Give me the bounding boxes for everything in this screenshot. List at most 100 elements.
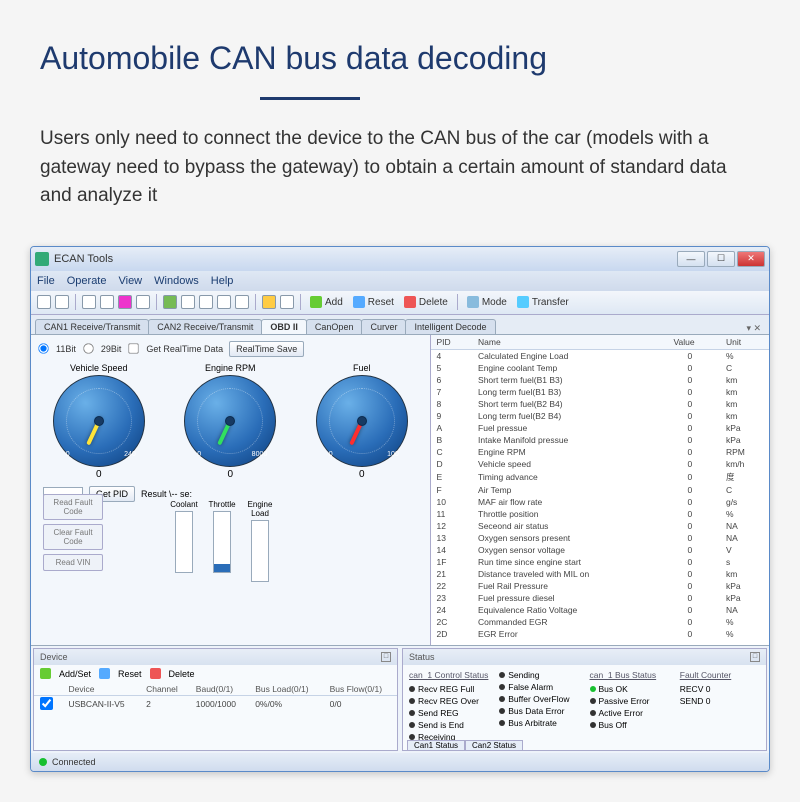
status-tab-can1[interactable]: Can1 Status: [407, 740, 465, 750]
realtime-save-button[interactable]: RealTime Save: [229, 341, 304, 357]
tb-save-icon[interactable]: [82, 295, 96, 309]
pid-row[interactable]: 1FRun time since engine start0s: [431, 556, 769, 568]
tb-add-button[interactable]: Add: [307, 296, 346, 308]
device-reset-button[interactable]: Reset: [118, 669, 142, 679]
transfer-icon: [517, 296, 529, 308]
status-item: Passive Error: [590, 695, 670, 707]
gauge-speed-label: Vehicle Speed: [37, 363, 161, 373]
status-item: Sending: [499, 669, 579, 681]
pid-row[interactable]: 2DEGR Error0%: [431, 628, 769, 640]
pid-table: PID Name Value Unit 4Calculated Engine L…: [431, 335, 769, 640]
tab-canopen[interactable]: CanOpen: [306, 319, 363, 334]
pid-row[interactable]: AFuel pressue0kPa: [431, 422, 769, 434]
device-delete-button[interactable]: Delete: [169, 669, 195, 679]
status-item: Bus OK: [590, 683, 670, 695]
menu-operate[interactable]: Operate: [67, 275, 107, 287]
pid-row[interactable]: BIntake Manifold pressue0kPa: [431, 434, 769, 446]
status-tab-can2[interactable]: Can2 Status: [465, 740, 523, 750]
status-panel: Status□ can_1 Control StatusRecv REG Ful…: [402, 648, 767, 751]
maximize-button[interactable]: ☐: [707, 251, 735, 267]
pid-row[interactable]: 9Long term fuel(B2 B4)0km: [431, 410, 769, 422]
delete-icon: [404, 296, 416, 308]
radio-11bit[interactable]: [38, 343, 48, 353]
tabs-menu-icon[interactable]: ▾ ✕: [746, 323, 765, 334]
radio-29bit[interactable]: [83, 343, 93, 353]
pid-row[interactable]: 10MAF air flow rate0g/s: [431, 496, 769, 508]
pid-row[interactable]: 2CCommanded EGR0%: [431, 616, 769, 628]
pid-row[interactable]: 14Oxygen sensor voltage0V: [431, 544, 769, 556]
clear-fault-button[interactable]: Clear Fault Code: [43, 524, 103, 550]
tb-grid-icon[interactable]: [136, 295, 150, 309]
tb-reset-button[interactable]: Reset: [350, 296, 397, 308]
tb-delete-button[interactable]: Delete: [401, 296, 451, 308]
tab-obd[interactable]: OBD II: [261, 319, 307, 334]
plus-icon: [310, 296, 322, 308]
tb-copy-icon[interactable]: [217, 295, 231, 309]
status-item: False Alarm: [499, 681, 579, 693]
menu-windows[interactable]: Windows: [154, 275, 199, 287]
tb-open-icon[interactable]: [55, 295, 69, 309]
pid-row[interactable]: 4Calculated Engine Load0%: [431, 349, 769, 362]
tb-cut-icon[interactable]: [199, 295, 213, 309]
device-check[interactable]: [40, 697, 53, 710]
status-item: Active Error: [590, 707, 670, 719]
pid-row[interactable]: 13Oxygen sensors present0NA: [431, 532, 769, 544]
tb-transfer-button[interactable]: Transfer: [514, 296, 572, 308]
tb-find-icon[interactable]: [235, 295, 249, 309]
reset-icon: [99, 668, 110, 679]
tb-new-icon[interactable]: [37, 295, 51, 309]
device-add-button[interactable]: Add/Set: [59, 669, 91, 679]
gauge-speed: 0240: [53, 375, 145, 467]
bar-coolant: [175, 511, 193, 573]
device-panel-pin-icon[interactable]: □: [381, 652, 391, 662]
pid-row[interactable]: 5Engine coolant Temp0C: [431, 362, 769, 374]
status-panel-pin-icon[interactable]: □: [750, 652, 760, 662]
tab-can2[interactable]: CAN2 Receive/Transmit: [148, 319, 262, 334]
tb-print-icon[interactable]: [100, 295, 114, 309]
tab-curver[interactable]: Curver: [361, 319, 406, 334]
status-item: RECV 0: [680, 683, 760, 695]
device-row[interactable]: USBCAN-II-V521000/10000%/0%0/0: [34, 695, 397, 713]
status-item: Send is End: [409, 719, 489, 731]
tab-can1[interactable]: CAN1 Receive/Transmit: [35, 319, 149, 334]
close-button[interactable]: ✕: [737, 251, 765, 267]
pid-row[interactable]: 7Long term fuel(B1 B3)0km: [431, 386, 769, 398]
menu-file[interactable]: File: [37, 275, 55, 287]
main-tabs: CAN1 Receive/Transmit CAN2 Receive/Trans…: [31, 315, 769, 335]
pid-row[interactable]: 12Seceond air status0NA: [431, 520, 769, 532]
menubar: File Operate View Windows Help: [31, 271, 769, 291]
pid-row[interactable]: CEngine RPM0RPM: [431, 446, 769, 458]
menu-view[interactable]: View: [118, 275, 142, 287]
read-fault-button[interactable]: Read Fault Code: [43, 494, 103, 520]
pid-row[interactable]: 11Throttle position0%: [431, 508, 769, 520]
minimize-button[interactable]: —: [677, 251, 705, 267]
gauge-rpm-value: 0: [169, 469, 293, 480]
connection-dot-icon: [39, 758, 47, 766]
pid-row[interactable]: DVehicle speed0km/h: [431, 458, 769, 470]
gauge-fuel: 0100: [316, 375, 408, 467]
pid-row[interactable]: ETiming advance0度: [431, 470, 769, 484]
read-vin-button[interactable]: Read VIN: [43, 554, 103, 571]
menu-help[interactable]: Help: [211, 275, 234, 287]
tb-arrow-icon[interactable]: [280, 295, 294, 309]
bar-throttle: [213, 511, 231, 573]
pid-row[interactable]: 22Fuel Rail Pressure0kPa: [431, 580, 769, 592]
gauge-rpm: 08000: [184, 375, 276, 467]
check-realtime[interactable]: [129, 343, 139, 353]
tab-intel[interactable]: Intelligent Decode: [405, 319, 495, 334]
tb-flag-icon[interactable]: [262, 295, 276, 309]
tb-record-icon[interactable]: [118, 295, 132, 309]
pid-row[interactable]: 23Fuel pressure diesel0kPa: [431, 592, 769, 604]
tb-mode-button[interactable]: Mode: [464, 296, 510, 308]
bar-coolant-label: Coolant: [170, 500, 198, 509]
status-item: Bus Arbitrate: [499, 717, 579, 729]
tb-play-icon[interactable]: [163, 295, 177, 309]
pid-row[interactable]: 24Equivalence Ratio Voltage0NA: [431, 604, 769, 616]
pid-row[interactable]: 21Distance traveled with MIL on0km: [431, 568, 769, 580]
pid-row[interactable]: 6Short term fuel(B1 B3)0km: [431, 374, 769, 386]
bar-throttle-label: Throttle: [208, 500, 235, 509]
tb-stop-icon[interactable]: [181, 295, 195, 309]
pid-row[interactable]: FAir Temp0C: [431, 484, 769, 496]
pid-row[interactable]: 8Short term fuel(B2 B4)0km: [431, 398, 769, 410]
gauge-speed-value: 0: [37, 469, 161, 480]
